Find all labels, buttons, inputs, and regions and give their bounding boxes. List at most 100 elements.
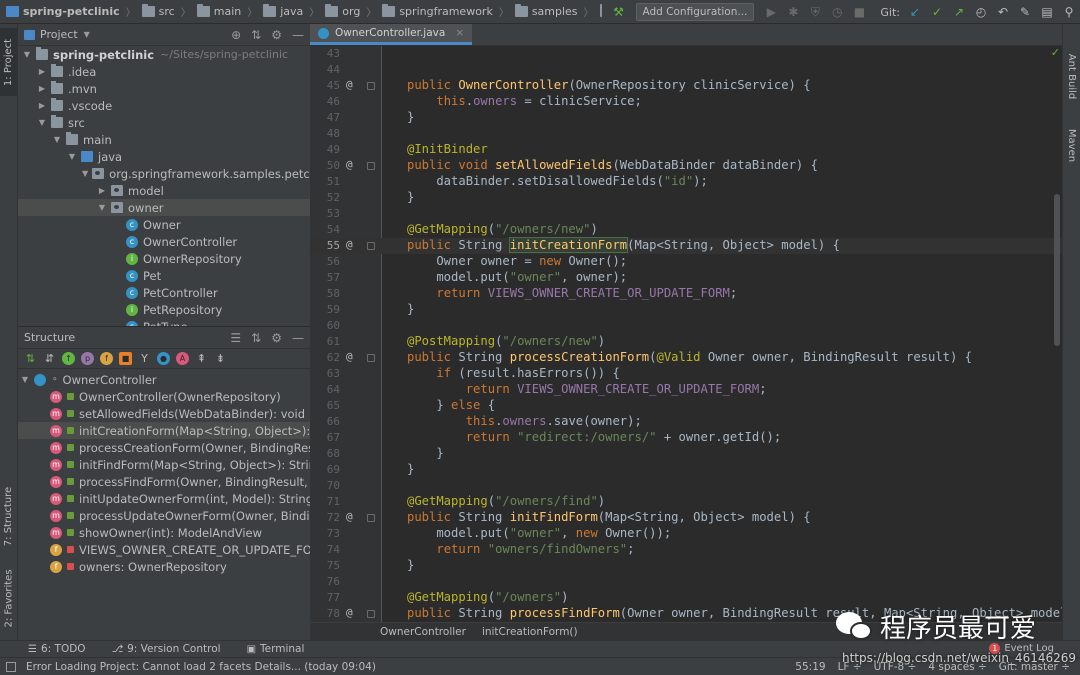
- git-commit-icon[interactable]: ✓: [927, 2, 947, 22]
- code-line[interactable]: 63 if (result.hasErrors()) {: [310, 366, 1062, 382]
- terminal-tool-button[interactable]: ▣ Terminal: [247, 643, 305, 655]
- code-line[interactable]: 73 model.put("owner", new Owner());: [310, 526, 1062, 542]
- tree-item[interactable]: ▼ java: [18, 148, 310, 165]
- fold-icon[interactable]: [367, 610, 375, 618]
- tree-item[interactable]: ▼ main: [18, 131, 310, 148]
- tree-item[interactable]: ▼ owner: [18, 199, 310, 216]
- breadcrumb-item[interactable]: samples 〉: [509, 4, 594, 19]
- annotation-gutter-icon[interactable]: @: [346, 606, 353, 619]
- tree-item[interactable]: ▼ org.springframework.samples.petclinic: [18, 165, 310, 182]
- expand-arrow-icon[interactable]: ▶: [37, 101, 47, 110]
- project-tool-tab[interactable]: 1: Project: [0, 28, 18, 96]
- code-line[interactable]: 65 } else {: [310, 398, 1062, 414]
- favorites-tool-tab[interactable]: 2: Favorites: [0, 564, 18, 632]
- collapse-all-icon[interactable]: ⇅: [251, 331, 261, 345]
- toggle-tool-windows-icon[interactable]: [6, 661, 16, 672]
- show-non-public-icon[interactable]: ■: [119, 352, 132, 365]
- code-line[interactable]: 69}: [310, 462, 1062, 478]
- tree-item[interactable]: c OwnerController: [18, 233, 310, 250]
- code-line[interactable]: 52}: [310, 190, 1062, 206]
- debug-icon[interactable]: ✱: [783, 2, 803, 22]
- code-line[interactable]: 43: [310, 46, 1062, 62]
- show-annotations-icon[interactable]: A: [176, 352, 189, 365]
- code-line[interactable]: 66 this.owners.save(owner);: [310, 414, 1062, 430]
- code-line[interactable]: 61 @PostMapping("/owners/new"): [310, 334, 1062, 350]
- expand-all-icon[interactable]: ☰: [230, 331, 241, 345]
- code-line[interactable]: 71 @GetMapping("/owners/find"): [310, 494, 1062, 510]
- breadcrumb-class[interactable]: OwnerController: [380, 626, 466, 638]
- structure-item[interactable]: m processUpdateOwnerForm(Owner, BindingRe…: [18, 507, 310, 524]
- code-line[interactable]: 50 @ public void setAllowedFields(WebDataB…: [310, 158, 1062, 174]
- expand-arrow-icon[interactable]: ▼: [22, 50, 32, 59]
- structure-item[interactable]: m initCreationForm(Map<String, Object>): …: [18, 422, 310, 439]
- code-line[interactable]: 74 return "owners/findOwners";: [310, 542, 1062, 558]
- add-configuration-button[interactable]: Add Configuration...: [635, 3, 755, 21]
- breadcrumb-method[interactable]: initCreationForm(): [482, 626, 578, 638]
- git-push-icon[interactable]: ↗: [949, 2, 969, 22]
- code-line[interactable]: 53: [310, 206, 1062, 222]
- structure-item[interactable]: f VIEWS_OWNER_CREATE_OR_UPDATE_FORM: Stri…: [18, 541, 310, 558]
- code-line[interactable]: 55 @ public String initCreationForm(Map<St…: [310, 237, 1062, 254]
- expand-arrow-icon[interactable]: ▶: [37, 67, 47, 76]
- maven-tool-tab[interactable]: Maven: [1063, 120, 1080, 170]
- structure-item[interactable]: m initFindForm(Map<String, Object>): Stri…: [18, 456, 310, 473]
- structure-item[interactable]: m OwnerController(OwnerRepository): [18, 388, 310, 405]
- code-line[interactable]: 75}: [310, 558, 1062, 574]
- breadcrumb-item[interactable]: org 〉: [319, 4, 376, 19]
- locate-icon[interactable]: ⊕: [231, 28, 241, 42]
- code-line[interactable]: 57 model.put("owner", owner);: [310, 270, 1062, 286]
- tree-item[interactable]: ▶ .vscode: [18, 97, 310, 114]
- code-line[interactable]: 47}: [310, 110, 1062, 126]
- sort-alpha-icon[interactable]: ⇵: [43, 352, 56, 365]
- expand-arrow-icon[interactable]: ▼: [67, 152, 77, 161]
- tab-ownercontroller[interactable]: OwnerController.java ×: [310, 24, 473, 45]
- hide-icon[interactable]: —: [292, 331, 304, 345]
- expand-arrow-icon[interactable]: ▶: [37, 84, 47, 93]
- search-icon[interactable]: ⚲: [1059, 2, 1079, 22]
- version-control-tool-button[interactable]: ⎇ 9: Version Control: [112, 643, 221, 655]
- tree-item[interactable]: c Pet: [18, 267, 310, 284]
- tree-item[interactable]: c PetController: [18, 284, 310, 301]
- code-line[interactable]: 56 Owner owner = new Owner();: [310, 254, 1062, 270]
- settings-icon[interactable]: ✎: [1015, 2, 1035, 22]
- autoscroll-from-source-icon[interactable]: ⇟: [214, 352, 227, 365]
- breadcrumb-item[interactable]: src 〉: [136, 4, 191, 19]
- code-line[interactable]: 64 return VIEWS_OWNER_CREATE_OR_UPDATE_F…: [310, 382, 1062, 398]
- gear-icon[interactable]: ⚙: [271, 331, 282, 345]
- code-line[interactable]: 54 @GetMapping("/owners/new"): [310, 222, 1062, 238]
- code-editor[interactable]: 43 44 45 @ public OwnerController(OwnerRepos…: [310, 46, 1062, 622]
- project-panel-title[interactable]: Project: [40, 28, 78, 41]
- code-line[interactable]: 49 @InitBinder: [310, 142, 1062, 158]
- code-line[interactable]: 72 @ public String initFindForm(Map<String…: [310, 510, 1062, 526]
- show-properties-icon[interactable]: p: [81, 352, 94, 365]
- autoscroll-to-source-icon[interactable]: ⇞: [195, 352, 208, 365]
- breadcrumb-item[interactable]: springframework 〉: [376, 4, 509, 19]
- hide-icon[interactable]: —: [292, 28, 304, 42]
- tree-root[interactable]: ▼ spring-petclinic ~/Sites/spring-petcli…: [18, 46, 310, 63]
- structure-item[interactable]: m setAllowedFields(WebDataBinder): void: [18, 405, 310, 422]
- structure-item[interactable]: f owners: OwnerRepository: [18, 558, 310, 575]
- code-line[interactable]: 46 this.owners = clinicService;: [310, 94, 1062, 110]
- fold-icon[interactable]: [367, 354, 375, 362]
- chevron-down-icon[interactable]: ▼: [84, 30, 90, 39]
- tree-item[interactable]: cPetType: [18, 318, 310, 326]
- expand-arrow-icon[interactable]: ▶: [97, 186, 107, 195]
- rollback-icon[interactable]: ↶: [993, 2, 1013, 22]
- structure-item[interactable]: m initUpdateOwnerForm(int, Model): String: [18, 490, 310, 507]
- inspection-ok-icon[interactable]: ✓: [1051, 46, 1060, 59]
- build-hammer-icon[interactable]: ⚒: [609, 2, 629, 22]
- expand-arrow-icon[interactable]: ▼: [20, 375, 30, 384]
- code-line[interactable]: 51 dataBinder.setDisallowedFields("id");: [310, 174, 1062, 190]
- editor-scrollbar[interactable]: [1054, 194, 1060, 346]
- tree-item[interactable]: i PetRepository: [18, 301, 310, 318]
- sort-by-visibility-icon[interactable]: ⇅: [24, 352, 37, 365]
- profile-icon[interactable]: ◷: [827, 2, 847, 22]
- caret-position[interactable]: 55:19: [795, 661, 825, 673]
- code-line[interactable]: 77 @GetMapping("/owners"): [310, 590, 1062, 606]
- show-lambdas-icon[interactable]: Y: [138, 352, 151, 365]
- code-line[interactable]: 59}: [310, 302, 1062, 318]
- structure-item[interactable]: m processFindForm(Owner, BindingResult, M…: [18, 473, 310, 490]
- expand-arrow-icon[interactable]: ▼: [37, 118, 47, 127]
- code-line[interactable]: 67 return "redirect:/owners/" + owner.ge…: [310, 430, 1062, 446]
- fold-icon[interactable]: [367, 162, 375, 170]
